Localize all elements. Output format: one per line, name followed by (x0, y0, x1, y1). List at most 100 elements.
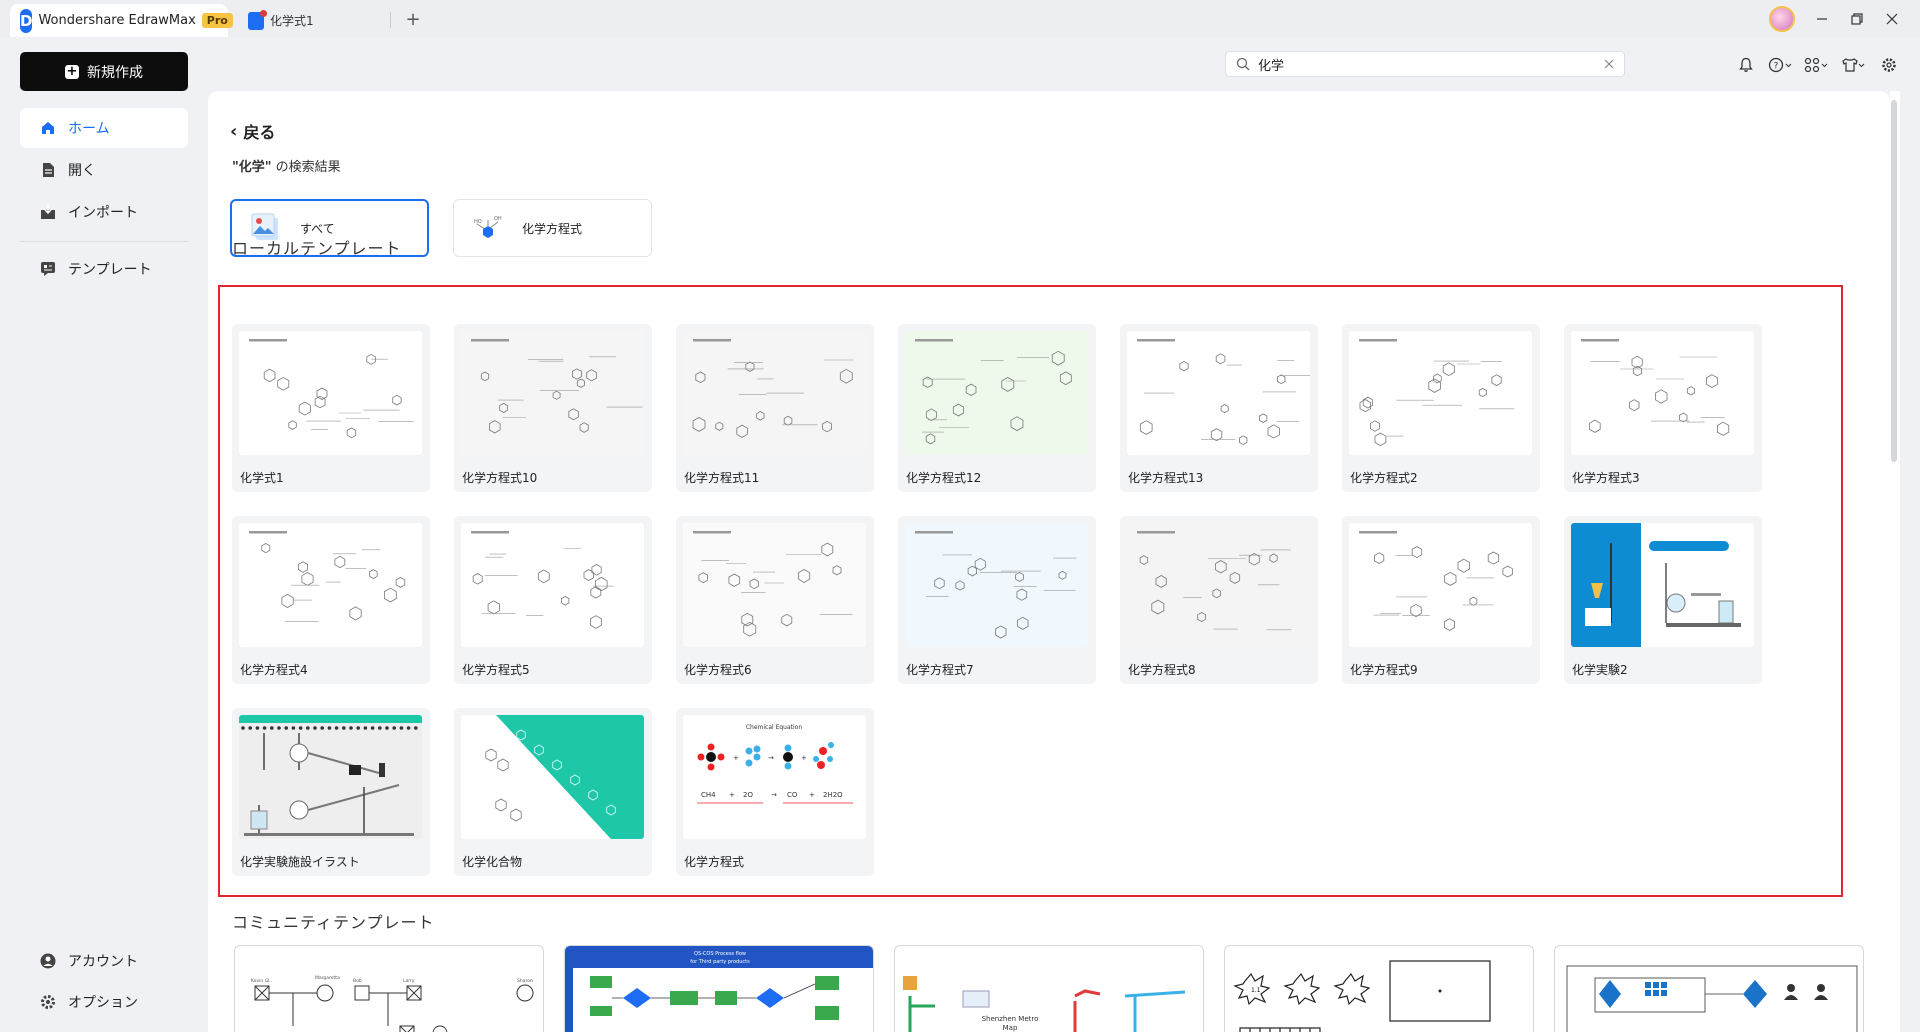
svg-text:Larry: Larry (403, 978, 415, 984)
filter-label: すべて (300, 221, 335, 236)
app-name: Wondershare EdrawMax (38, 13, 196, 28)
svg-text:2O: 2O (743, 791, 753, 799)
search-result-suffix: の検索結果 (271, 160, 341, 175)
search-box (1225, 51, 1625, 77)
app-tab[interactable]: D Wondershare EdrawMax Pro (10, 4, 233, 37)
svg-text:1.1: 1.1 (1251, 987, 1261, 994)
new-document-label: 新規作成 (87, 64, 143, 81)
sidebar-item-options[interactable]: オプション (20, 983, 188, 1021)
template-card[interactable]: 化学方程式13 (1120, 324, 1318, 492)
pro-badge: Pro (201, 13, 233, 28)
template-card[interactable]: 化学実験2 (1564, 516, 1762, 684)
sidebar-item-home[interactable]: ホーム (20, 108, 188, 148)
template-thumbnail (461, 331, 644, 455)
template-card[interactable]: Chemical Equation + → + CH4 + 2O → CO + 2H2… (676, 708, 874, 876)
svg-text:CO: CO (787, 791, 798, 799)
svg-text:Bob: Bob (353, 978, 362, 984)
template-card[interactable]: 化学式1 (232, 324, 430, 492)
document-icon (248, 9, 267, 30)
template-name: 化学方程式7 (906, 663, 974, 677)
sidebar-item-label: オプション (68, 995, 138, 1011)
template-thumbnail: Chemical Equation + → + CH4 + 2O → CO + 2H2… (683, 715, 866, 839)
search-input[interactable] (1258, 56, 1604, 72)
settings-gear-icon[interactable] (1878, 54, 1900, 76)
community-template-card[interactable] (1554, 945, 1864, 1032)
svg-text:Kevin Gl..: Kevin Gl.. (251, 978, 272, 984)
template-thumbnail (1571, 523, 1754, 647)
community-template-card[interactable]: QS-COS Process flow for Third party prod… (564, 945, 874, 1032)
template-thumbnail (461, 715, 644, 839)
document-tab[interactable]: 化学式1 (238, 4, 388, 37)
search-icon (1236, 57, 1250, 71)
chevron-left-icon: ‹ (230, 120, 238, 142)
back-button[interactable]: ‹ 戻る (230, 119, 275, 143)
template-card[interactable]: 化学方程式2 (1342, 324, 1540, 492)
template-thumbnail (1349, 523, 1532, 647)
svg-text:2H2O: 2H2O (823, 791, 843, 799)
svg-text:+: + (729, 791, 735, 799)
svg-text:OH: OH (494, 216, 502, 222)
template-card[interactable]: 化学方程式5 (454, 516, 652, 684)
sidebar-item-label: テンプレート (68, 262, 152, 278)
sidebar-item-import[interactable]: インポート (20, 192, 188, 232)
template-card[interactable]: 化学方程式4 (232, 516, 430, 684)
template-name: 化学方程式4 (240, 663, 308, 677)
template-card[interactable]: 化学化合物 (454, 708, 652, 876)
edrawmax-logo-icon: D (20, 8, 33, 33)
new-document-button[interactable]: + 新規作成 (20, 52, 188, 91)
template-card[interactable]: 化学方程式7 (898, 516, 1096, 684)
template-name: 化学方程式 (684, 855, 745, 869)
template-name: 化学式1 (240, 471, 284, 485)
template-card[interactable]: 化学方程式8 (1120, 516, 1318, 684)
back-label: 戻る (243, 123, 276, 142)
sidebar-item-label: ホーム (68, 121, 110, 137)
close-button[interactable] (1877, 5, 1907, 33)
template-name: 化学方程式2 (1350, 471, 1418, 485)
sidebar-item-label: アカウント (68, 954, 138, 970)
svg-text:→: → (771, 791, 777, 799)
template-thumbnail (905, 331, 1088, 455)
sidebar-item-label: インポート (68, 205, 138, 221)
restore-button[interactable] (1842, 5, 1872, 33)
home-icon (40, 120, 56, 136)
filter-label: 化学方程式 (522, 221, 583, 236)
document-tab-label: 化学式1 (270, 14, 314, 28)
sidebar-item-account[interactable]: アカウント (20, 942, 188, 980)
template-thumbnail (905, 523, 1088, 647)
template-card[interactable]: 化学方程式3 (1564, 324, 1762, 492)
svg-text:QS-COS Process flow: QS-COS Process flow (694, 951, 746, 957)
template-thumbnail (461, 523, 644, 647)
minimize-button[interactable] (1807, 5, 1837, 33)
community-template-card[interactable]: Shenzhen Metro Map (894, 945, 1204, 1032)
user-avatar[interactable] (1769, 6, 1795, 32)
sidebar-item-templates[interactable]: テンプレート (20, 249, 188, 289)
template-name: 化学方程式12 (906, 471, 982, 485)
template-thumbnail (1571, 331, 1754, 455)
template-thumbnail (1127, 523, 1310, 647)
apps-grid-icon[interactable] (1802, 54, 1830, 76)
community-template-card[interactable]: Kevin Gl.. Margaretta Bob Larry Sharon (234, 945, 544, 1032)
family-tree-thumbnail: Kevin Gl.. Margaretta Bob Larry Sharon (251, 975, 534, 1032)
filter-chemistry-equation[interactable]: HO OH 化学方程式 (453, 199, 652, 257)
file-icon (40, 162, 56, 178)
template-card[interactable]: 化学方程式12 (898, 324, 1096, 492)
template-name: 化学化合物 (462, 855, 523, 869)
svg-text:Margaretta: Margaretta (315, 975, 340, 981)
notification-bell-icon[interactable] (1735, 54, 1757, 76)
new-tab-button[interactable]: + (403, 9, 423, 30)
svg-text:Map: Map (1003, 1024, 1018, 1032)
scrollbar-thumb[interactable] (1891, 100, 1897, 462)
metro-map-thumbnail: Shenzhen Metro Map (903, 976, 1186, 1032)
community-template-card[interactable]: 1.1 (1224, 945, 1534, 1032)
close-icon (1886, 13, 1898, 25)
template-card[interactable]: 化学方程式9 (1342, 516, 1540, 684)
template-card[interactable]: 化学方程式6 (676, 516, 874, 684)
account-icon (40, 953, 56, 969)
theme-shirt-icon[interactable] (1839, 54, 1867, 76)
template-card[interactable]: 化学方程式10 (454, 324, 652, 492)
sidebar-item-open[interactable]: 開く (20, 150, 188, 190)
clear-search-icon[interactable] (1604, 59, 1614, 69)
help-icon[interactable]: ? (1766, 54, 1794, 76)
template-card[interactable]: 化学実験施設イラスト (232, 708, 430, 876)
template-card[interactable]: 化学方程式11 (676, 324, 874, 492)
